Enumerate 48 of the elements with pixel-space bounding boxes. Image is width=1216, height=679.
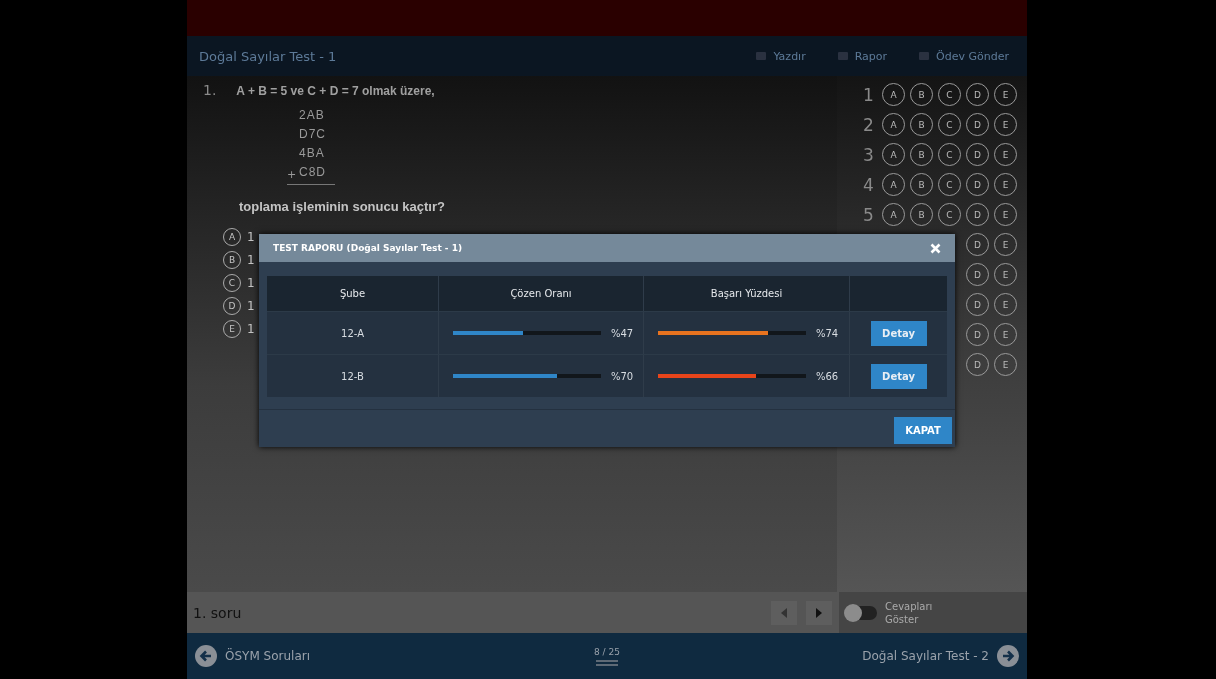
percent-text: %66 [816,370,839,382]
answer-number: 2 [863,114,875,135]
answer-number: 5 [863,204,875,225]
toolbar-icon [835,49,850,63]
toolbar-icon [754,49,769,63]
plus-sign: + [287,168,297,182]
question-label: 1. soru [193,604,243,621]
toolbar-button[interactable]: Yazdır [748,48,812,64]
dialog-title: TEST RAPORU (Doğal Sayılar Test - 1) [273,243,463,253]
close-button[interactable]: KAPAT [894,417,952,444]
toolbar-button[interactable]: Rapor [829,48,894,64]
close-icon[interactable] [930,242,941,254]
option-text: 1 [247,276,255,290]
toolbar-button[interactable]: Ödev Gönder [911,48,1015,64]
option-text: 1 [247,253,255,267]
addend-text: C8D [299,164,326,181]
page-indicator: 8 / 25 [594,646,620,657]
question-number: 1. [203,82,217,98]
answer-number: 1 [863,84,875,105]
previous-button[interactable] [771,600,797,625]
column-header: Çözen Oranı [439,276,644,311]
toggle-switch[interactable] [845,605,877,620]
option-text: 1 [247,322,255,336]
question-prompt: toplama işleminin sonucu kaçtır? [239,199,446,214]
answer-number: 4 [863,174,875,195]
branch-cell: 12-B [267,355,439,397]
column-header: Şube [267,276,439,311]
column-header: Başarı Yüzdesi [644,276,850,311]
next-test-link[interactable]: Doğal Sayılar Test - 2 [862,649,989,663]
menu-icon[interactable] [596,659,618,666]
question-stem: A + B = 5 ve C + D = 7 olmak üzere, [236,84,435,98]
toggle-label: Cevapları Göster [885,599,934,626]
percent-text: %70 [611,370,634,382]
answer-number: 3 [863,144,875,165]
branch-cell: 12-A [267,312,439,354]
addend-text: 2AB [299,107,325,124]
option-text: 1 [247,230,255,244]
previous-test-link[interactable]: ÖSYM Soruları [225,649,310,663]
toolbar-icon [917,49,932,63]
addend-text: D7C [299,126,326,143]
percent-text: %74 [816,327,839,339]
right-triangle-icon [815,607,823,618]
left-triangle-icon [780,607,788,618]
addend-text: 4BA [299,145,325,162]
test-title: Doğal Sayılar Test - 1 [199,48,337,64]
option-text: 1 [247,299,255,313]
next-button[interactable] [806,600,832,625]
percent-text: %47 [611,327,634,339]
